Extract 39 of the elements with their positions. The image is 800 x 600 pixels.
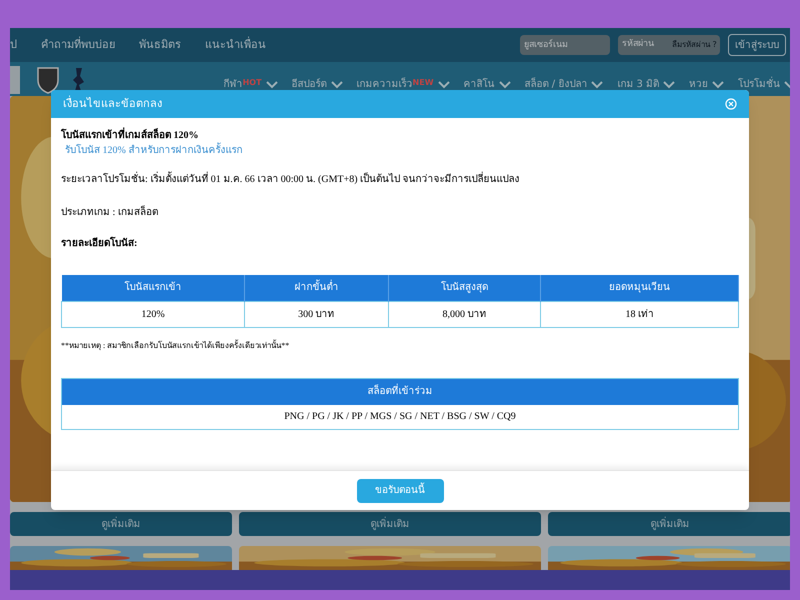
claim-button[interactable]: ขอรับตอนนี้ [356, 478, 444, 502]
table-cell: 8,000 บาท [388, 301, 541, 327]
table-header: สล็อตที่เข้าร่วม [62, 378, 738, 404]
highlight-label: NEW [412, 77, 434, 89]
promotion-period: ระยะเวลาโปรโมชั่น: เริ่มตั้งแต่วันที่ 01 ม.ค. 66 เวลา 00:00 น. (GMT+8) เป็นต้นไป จนกว่าจะมีการเปลี่ยนแปลง [61, 172, 739, 187]
nav-link[interactable]: แนะนำเพื่อน [205, 36, 266, 54]
nav-link[interactable]: ป [10, 36, 17, 54]
game-type: ประเภทเกม : เกมสล็อต [61, 205, 159, 220]
details-heading: รายละเอียดโบนัส: [61, 236, 138, 251]
menu-item[interactable]: เกม 3 มิติ [617, 77, 659, 92]
promo-subtitle: รับโบนัส 120% สำหรับการฝากเงินครั้งแรก [65, 143, 739, 158]
table-header: โบนัสแรกเข้า [62, 275, 245, 301]
forgot-password-link[interactable]: ลืมรหัสผ่าน ? [672, 39, 717, 51]
see-more-button[interactable]: ดูเพิ่มเติม [10, 512, 232, 536]
table-header: ฝากขั้นต่ำ [244, 275, 388, 301]
login-button[interactable]: เข้าสู่ระบบ [728, 34, 786, 56]
table-cell: 18 เท่า [540, 301, 738, 327]
note-text: **หมายเหตุ : สมาชิกเลือกรับโบนัสแรกเข้าได้เพียงครั้งเดียวเท่านั้น** [61, 340, 290, 352]
menu-item[interactable]: เกมความเร็ว [356, 77, 413, 92]
highlight-label: HOT [242, 77, 262, 89]
menu-item[interactable]: คาสิโน [464, 77, 495, 92]
nav-link[interactable]: คำถามที่พบบ่อย [41, 36, 115, 54]
menu-item[interactable]: โปรโมชั่น [738, 77, 780, 92]
menu-item[interactable]: กีฬา [224, 77, 243, 92]
promo-title: โบนัสแรกเข้าที่เกมส์สล็อต 120% [61, 128, 739, 143]
table-cell-text: PNG / PG / JK / PP / MGS / SG / NET / BSG / SW / CQ9 [283, 410, 517, 424]
username-field[interactable]: ยูสเซอร์เนม [520, 35, 610, 55]
password-field[interactable]: รหัสผ่าน ลืมรหัสผ่าน ? [618, 35, 720, 55]
nav-link[interactable]: พันธมิตร [139, 36, 181, 54]
menu-item[interactable]: หวย [689, 77, 708, 92]
table-header: ยอดหมุนเวียน [540, 275, 738, 301]
table-header: โบนัสสูงสุด [388, 275, 541, 301]
menu-item[interactable]: อีสปอร์ต [292, 77, 327, 92]
table-cell: 120% [62, 301, 245, 327]
menu-item[interactable]: สล็อต / ยิงปลา [524, 77, 588, 92]
modal-title: เงื่อนไขและข้อตกลง [63, 96, 162, 112]
see-more-button[interactable]: ดูเพิ่มเติม [548, 512, 790, 536]
table-cell: 300 บาท [244, 301, 388, 327]
see-more-button[interactable]: ดูเพิ่มเติม [239, 512, 541, 536]
